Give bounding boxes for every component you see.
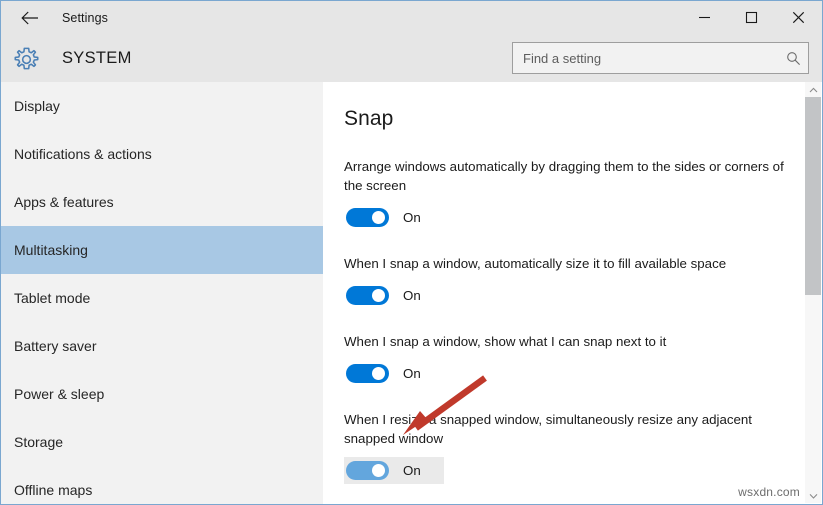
settings-sidebar: Display Notifications & actions Apps & f… — [1, 82, 323, 504]
setting-arrange-windows: Arrange windows automatically by draggin… — [344, 157, 821, 231]
minimize-button[interactable] — [681, 1, 728, 34]
minimize-icon — [699, 16, 710, 19]
toggle-state-label: On — [403, 288, 421, 303]
toggle-knob — [372, 211, 385, 224]
watermark: wsxdn.com — [738, 485, 800, 499]
toggle-state-label: On — [403, 210, 421, 225]
setting-label: Arrange windows automatically by draggin… — [344, 159, 784, 193]
toggle-row[interactable]: On — [344, 204, 444, 231]
maximize-icon — [745, 11, 758, 24]
sidebar-item-battery-saver[interactable]: Battery saver — [1, 322, 323, 370]
category-header: SYSTEM — [1, 34, 822, 82]
chevron-up-icon — [809, 87, 817, 92]
sidebar-item-display[interactable]: Display — [1, 82, 323, 130]
setting-resize-adjacent: When I resize a snapped window, simultan… — [344, 410, 821, 484]
sidebar-item-notifications-actions[interactable]: Notifications & actions — [1, 130, 323, 178]
settings-window: Settings SYSTEM Find a setting Display N… — [0, 0, 823, 505]
back-arrow-icon — [21, 11, 38, 24]
close-icon — [792, 11, 805, 24]
toggle-switch-auto-size-snap[interactable] — [346, 286, 389, 305]
title-bar: Settings — [1, 1, 822, 34]
sidebar-item-power-sleep[interactable]: Power & sleep — [1, 370, 323, 418]
sidebar-item-tablet-mode[interactable]: Tablet mode — [1, 274, 323, 322]
search-box[interactable] — [512, 42, 809, 74]
toggle-state-label: On — [403, 366, 421, 381]
toggle-knob — [372, 464, 385, 477]
gear-icon — [10, 43, 42, 75]
toggle-switch-show-snap-suggestions[interactable] — [346, 364, 389, 383]
toggle-switch-resize-adjacent[interactable] — [346, 461, 389, 480]
sidebar-item-label: Multitasking — [14, 242, 88, 258]
close-button[interactable] — [775, 1, 822, 34]
setting-label: When I resize a snapped window, simultan… — [344, 412, 752, 446]
sidebar-item-apps-features[interactable]: Apps & features — [1, 178, 323, 226]
scroll-down-button[interactable] — [805, 488, 821, 503]
scrollbar-thumb[interactable] — [805, 97, 821, 295]
sidebar-item-label: Tablet mode — [14, 290, 91, 306]
sidebar-item-label: Battery saver — [14, 338, 97, 354]
setting-label: When I snap a window, show what I can sn… — [344, 334, 667, 349]
search-input[interactable] — [513, 43, 778, 73]
search-icon — [778, 43, 808, 73]
window-title: Settings — [62, 10, 108, 25]
toggle-row[interactable]: On — [344, 282, 444, 309]
setting-label: When I snap a window, automatically size… — [344, 256, 727, 271]
sidebar-item-label: Apps & features — [14, 194, 114, 210]
section-heading-snap: Snap — [344, 107, 394, 130]
toggle-knob — [372, 367, 385, 380]
sidebar-item-offline-maps[interactable]: Offline maps — [1, 466, 323, 504]
back-button[interactable] — [9, 1, 51, 34]
toggle-row[interactable]: On — [344, 360, 444, 387]
sidebar-item-label: Power & sleep — [14, 386, 105, 402]
sidebar-item-storage[interactable]: Storage — [1, 418, 323, 466]
setting-show-snap-suggestions: When I snap a window, show what I can sn… — [344, 332, 821, 387]
scroll-up-button[interactable] — [805, 82, 821, 97]
toggle-switch-arrange-windows[interactable] — [346, 208, 389, 227]
content-scrollbar[interactable] — [805, 82, 821, 503]
sidebar-item-label: Notifications & actions — [14, 146, 152, 162]
scrollbar-track[interactable] — [805, 295, 821, 488]
sidebar-item-label: Storage — [14, 434, 64, 450]
maximize-button[interactable] — [728, 1, 775, 34]
settings-content: Snap Arrange windows automatically by dr… — [323, 82, 821, 504]
page-title: SYSTEM — [62, 48, 132, 67]
sidebar-item-label: Display — [14, 98, 60, 114]
chevron-down-icon — [809, 493, 817, 499]
sidebar-item-label: Offline maps — [14, 482, 93, 498]
toggle-state-label: On — [403, 463, 421, 478]
setting-auto-size-snap: When I snap a window, automatically size… — [344, 254, 821, 309]
toggle-row[interactable]: On — [344, 457, 444, 484]
toggle-knob — [372, 289, 385, 302]
window-controls — [681, 1, 822, 34]
sidebar-item-multitasking[interactable]: Multitasking — [1, 226, 323, 274]
